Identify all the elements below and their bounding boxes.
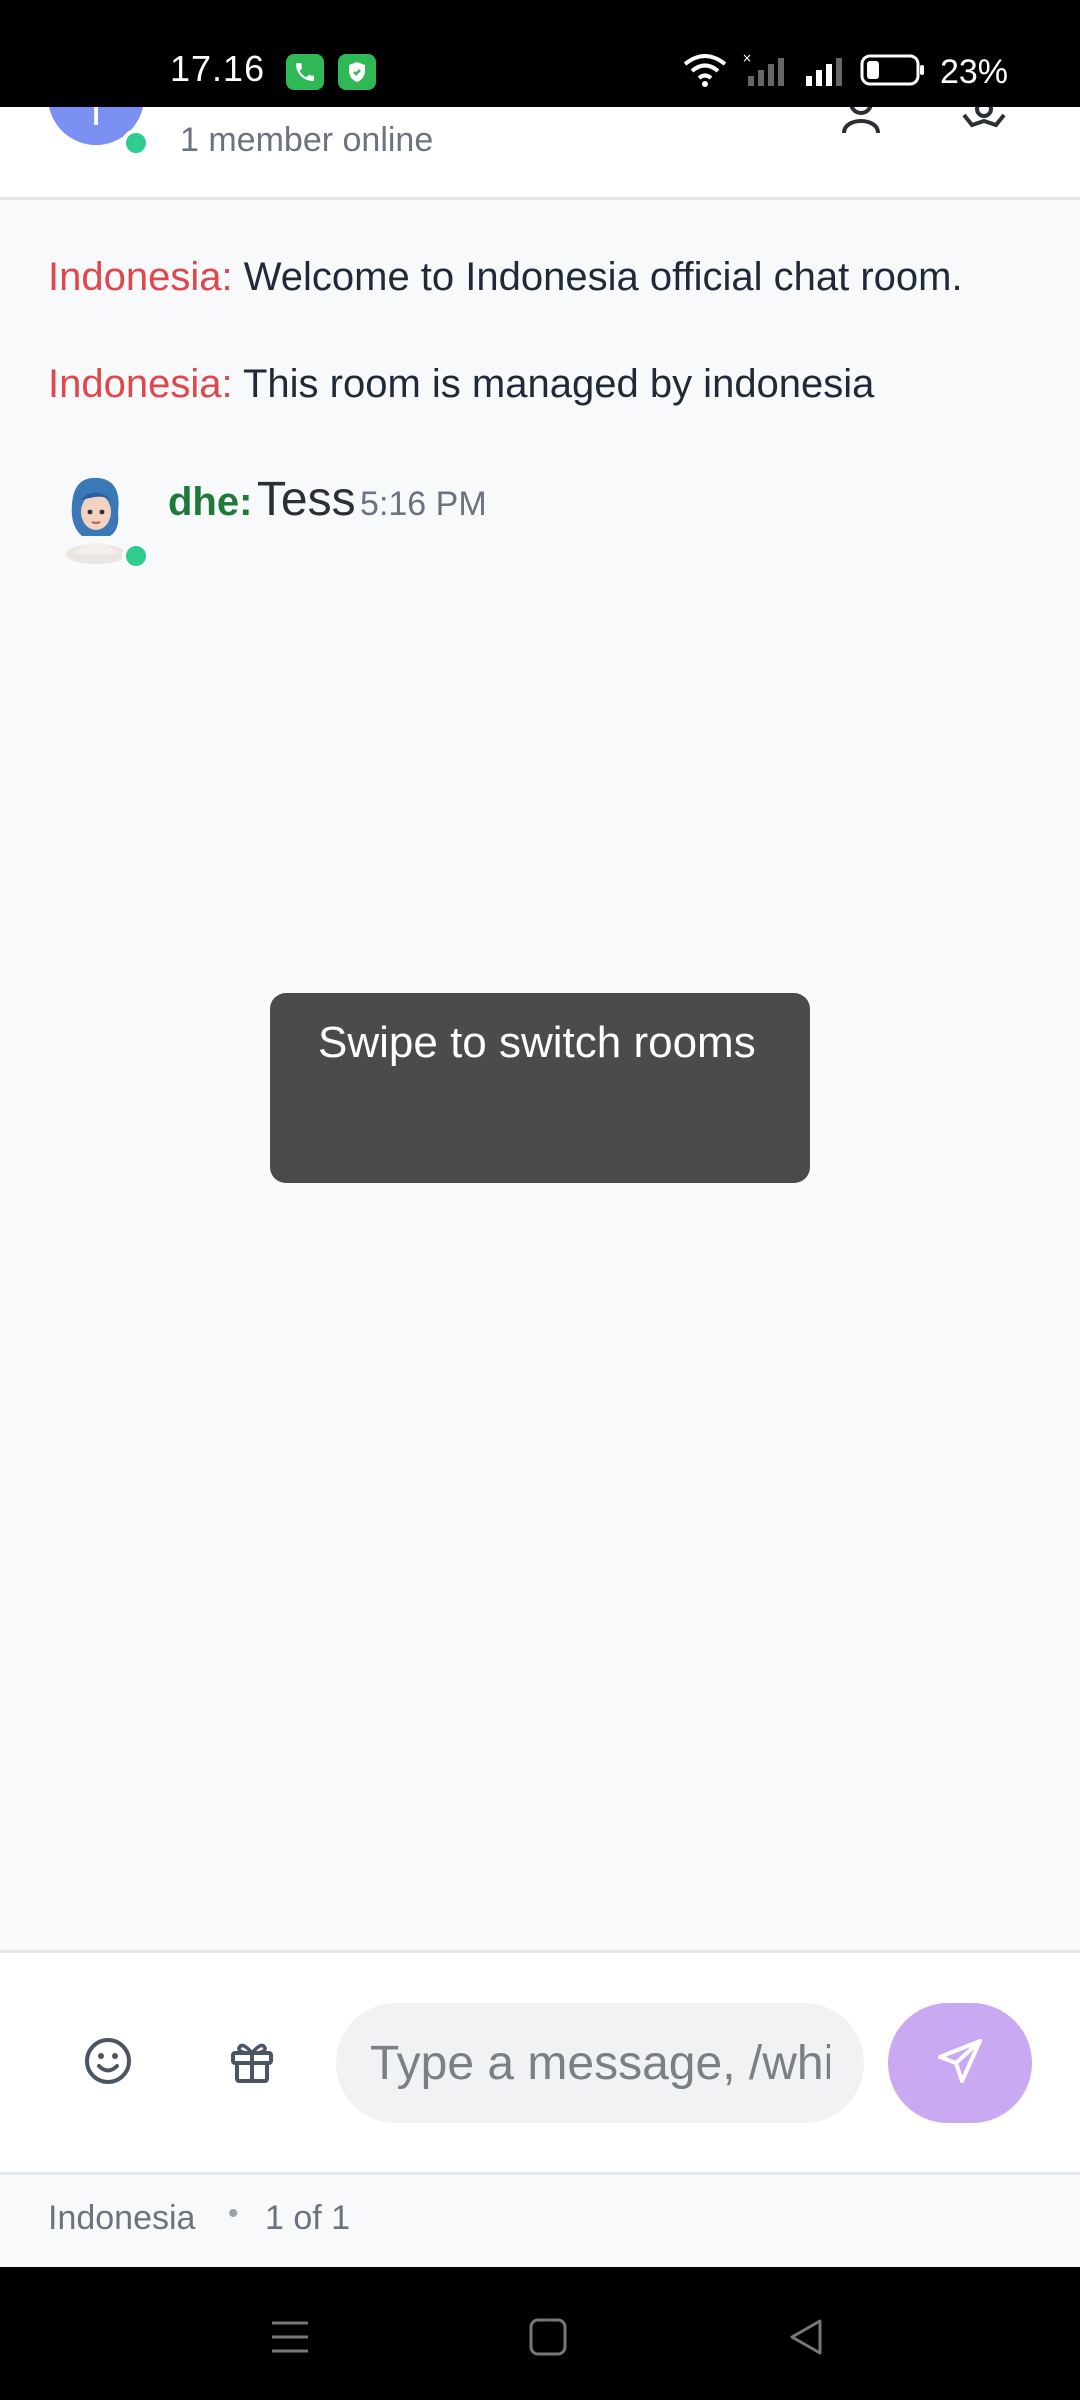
room-header: I 1 member online bbox=[0, 107, 1080, 200]
system-message-text: This room is managed by indonesia bbox=[242, 362, 875, 406]
shield-icon bbox=[338, 54, 376, 90]
phone-icon bbox=[286, 54, 324, 90]
separator-dot: • bbox=[228, 2197, 239, 2230]
system-sender[interactable]: Indonesia: bbox=[48, 362, 233, 406]
online-indicator bbox=[122, 542, 150, 570]
user-avatar[interactable] bbox=[60, 474, 132, 564]
chat-message[interactable]: dhe: Tess 5:16 PM bbox=[168, 472, 487, 527]
home-icon[interactable] bbox=[518, 2307, 578, 2367]
wifi-icon bbox=[682, 52, 728, 93]
battery-percent: 23% bbox=[939, 53, 1008, 91]
status-bar: 17.16 × 23% bbox=[0, 0, 1080, 107]
signal-icon bbox=[804, 52, 846, 93]
toast-notification: Swipe to switch rooms bbox=[270, 993, 810, 1183]
message-timestamp: 5:16 PM bbox=[360, 485, 487, 523]
send-button[interactable] bbox=[888, 2003, 1032, 2123]
member-online-count: 1 member online bbox=[180, 121, 434, 159]
online-indicator bbox=[122, 129, 150, 157]
system-nav-bar bbox=[0, 2267, 1080, 2400]
menu-icon[interactable] bbox=[260, 2307, 320, 2367]
current-room-name: Indonesia bbox=[48, 2199, 196, 2237]
send-icon bbox=[934, 2035, 986, 2092]
back-icon[interactable] bbox=[776, 2307, 836, 2367]
message-input[interactable] bbox=[336, 2003, 864, 2123]
members-icon[interactable] bbox=[838, 107, 890, 140]
message-composer bbox=[0, 1950, 1080, 2172]
settings-icon[interactable] bbox=[958, 107, 1010, 140]
system-message: Indonesia: Welcome to Indonesia official… bbox=[48, 255, 963, 300]
signal-icon: × bbox=[742, 51, 790, 93]
status-indicators: × 23% bbox=[682, 51, 1008, 93]
room-pager: Indonesia • 1 of 1 bbox=[0, 2172, 1080, 2267]
svg-text:×: × bbox=[742, 52, 752, 65]
system-message: Indonesia: This room is managed by indon… bbox=[48, 362, 874, 407]
emoji-icon[interactable] bbox=[80, 2033, 136, 2089]
gift-icon[interactable] bbox=[224, 2033, 280, 2089]
room-page-count: 1 of 1 bbox=[265, 2199, 351, 2237]
status-time: 17.16 bbox=[170, 48, 266, 89]
message-text: Tess bbox=[256, 473, 356, 526]
battery-icon bbox=[860, 53, 926, 92]
message-sender[interactable]: dhe: bbox=[168, 480, 252, 524]
system-message-text: Welcome to Indonesia official chat room. bbox=[243, 255, 963, 299]
chat-screen: 17.16 × 23% I 1 member online Indonesia:… bbox=[0, 0, 1080, 2400]
system-sender[interactable]: Indonesia: bbox=[48, 255, 233, 299]
room-avatar-initial: I bbox=[90, 107, 102, 134]
